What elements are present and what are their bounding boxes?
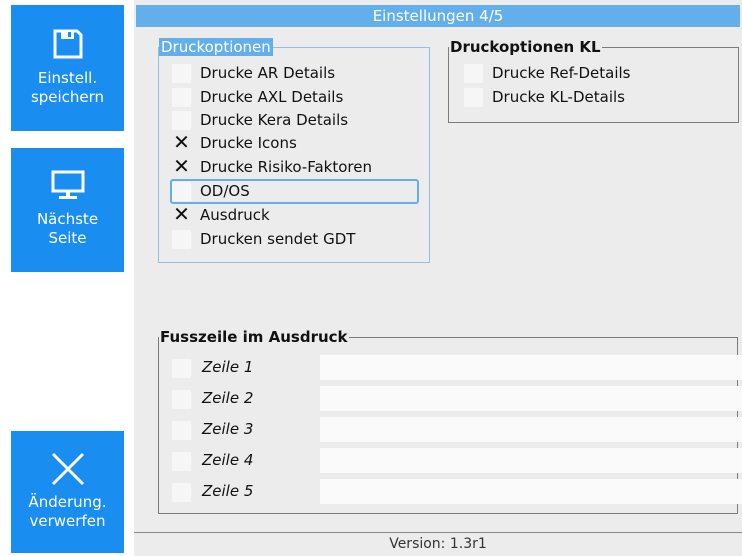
option-label: Drucke KL-Details xyxy=(492,88,625,106)
footer-row-1: Zeile 1 xyxy=(172,355,742,381)
option-label: Drucken sendet GDT xyxy=(200,230,356,248)
option-label: Drucke Icons xyxy=(200,134,297,152)
close-x-icon xyxy=(51,452,84,486)
option-drucken-sendet-gdt[interactable]: Drucken sendet GDT xyxy=(172,228,422,250)
option-label: Drucke Ref-Details xyxy=(492,64,631,82)
version-status: Version: 1.3r1 xyxy=(134,532,742,556)
discard-label-line2: verwerfen xyxy=(29,512,106,530)
print-options-legend: Druckoptionen xyxy=(159,38,273,56)
footer-row-label: Zeile 5 xyxy=(202,482,254,500)
option-drucke-axl-details[interactable]: Drucke AXL Details xyxy=(172,86,422,108)
checkbox[interactable] xyxy=(172,483,191,502)
checkbox-checked[interactable]: ✕ xyxy=(172,202,191,226)
checkbox-checked[interactable]: ✕ xyxy=(172,154,191,178)
checkbox[interactable] xyxy=(172,359,191,378)
option-drucke-ar-details[interactable]: Drucke AR Details xyxy=(172,62,422,84)
checkbox[interactable] xyxy=(172,88,191,107)
option-drucke-icons[interactable]: ✕ Drucke Icons xyxy=(172,130,422,154)
checkbox[interactable] xyxy=(172,390,191,409)
footer-line-input-5[interactable] xyxy=(320,479,742,504)
check-x-icon: ✕ xyxy=(173,130,190,154)
option-drucke-kera-details[interactable]: Drucke Kera Details xyxy=(172,109,422,131)
next-label-line2: Seite xyxy=(48,229,87,247)
footer-row-label: Zeile 1 xyxy=(202,358,254,376)
footer-row-2: Zeile 2 xyxy=(172,386,742,412)
floppy-disk-icon xyxy=(53,29,82,59)
discard-label-line1: Änderung. xyxy=(28,493,107,511)
option-label: Drucke Risiko-Faktoren xyxy=(200,158,372,176)
option-label: Drucke Kera Details xyxy=(200,111,349,129)
option-label: Drucke AXL Details xyxy=(200,88,344,106)
footer-row-5: Zeile 5 xyxy=(172,479,742,505)
footer-line-input-4[interactable] xyxy=(320,448,742,473)
footer-line-input-2[interactable] xyxy=(320,386,742,411)
window-title: Einstellungen 4/5 xyxy=(136,5,740,27)
option-label: Drucke AR Details xyxy=(200,64,336,82)
checkbox[interactable] xyxy=(172,421,191,440)
option-drucke-kl-details[interactable]: Drucke KL-Details xyxy=(464,86,724,108)
footer-row-4: Zeile 4 xyxy=(172,448,742,474)
next-page-button[interactable]: Nächste Seite xyxy=(11,148,124,272)
checkbox[interactable] xyxy=(172,452,191,471)
save-settings-button[interactable]: Einstell. speichern xyxy=(11,5,124,131)
save-label-line2: speichern xyxy=(30,88,105,106)
checkbox[interactable] xyxy=(464,88,483,107)
footer-row-3: Zeile 3 xyxy=(172,417,742,443)
footer-line-input-1[interactable] xyxy=(320,355,742,380)
option-od-os[interactable]: OD/OS xyxy=(172,180,422,202)
check-x-icon: ✕ xyxy=(173,154,190,178)
footer-row-label: Zeile 3 xyxy=(202,420,254,438)
option-drucke-ref-details[interactable]: Drucke Ref-Details xyxy=(464,62,724,84)
option-ausdruck[interactable]: ✕ Ausdruck xyxy=(172,202,422,226)
footer-row-label: Zeile 2 xyxy=(202,389,254,407)
option-label: OD/OS xyxy=(200,182,250,200)
footer-lines-legend: Fusszeile im Ausdruck xyxy=(160,328,348,346)
footer-row-label: Zeile 4 xyxy=(202,451,254,469)
monitor-icon xyxy=(51,170,84,199)
checkbox-checked[interactable]: ✕ xyxy=(172,130,191,154)
footer-line-input-3[interactable] xyxy=(320,417,742,442)
checkbox[interactable] xyxy=(172,182,191,201)
checkbox[interactable] xyxy=(172,64,191,83)
next-label-line1: Nächste xyxy=(36,210,99,228)
check-x-icon: ✕ xyxy=(173,202,190,226)
discard-changes-button[interactable]: Änderung. verwerfen xyxy=(11,431,124,553)
settings-panel: Einstellungen 4/5 Druckoptionen Drucke A… xyxy=(134,0,742,556)
option-label: Ausdruck xyxy=(200,206,270,224)
print-options-kl-legend: Druckoptionen KL xyxy=(450,38,601,56)
checkbox[interactable] xyxy=(172,230,191,249)
option-drucke-risiko-faktoren[interactable]: ✕ Drucke Risiko-Faktoren xyxy=(172,154,422,178)
checkbox[interactable] xyxy=(172,111,191,130)
save-label-line1: Einstell. xyxy=(37,69,98,87)
checkbox[interactable] xyxy=(464,64,483,83)
sidebar: Einstell. speichern Nächste Seite Änderu… xyxy=(0,0,134,556)
